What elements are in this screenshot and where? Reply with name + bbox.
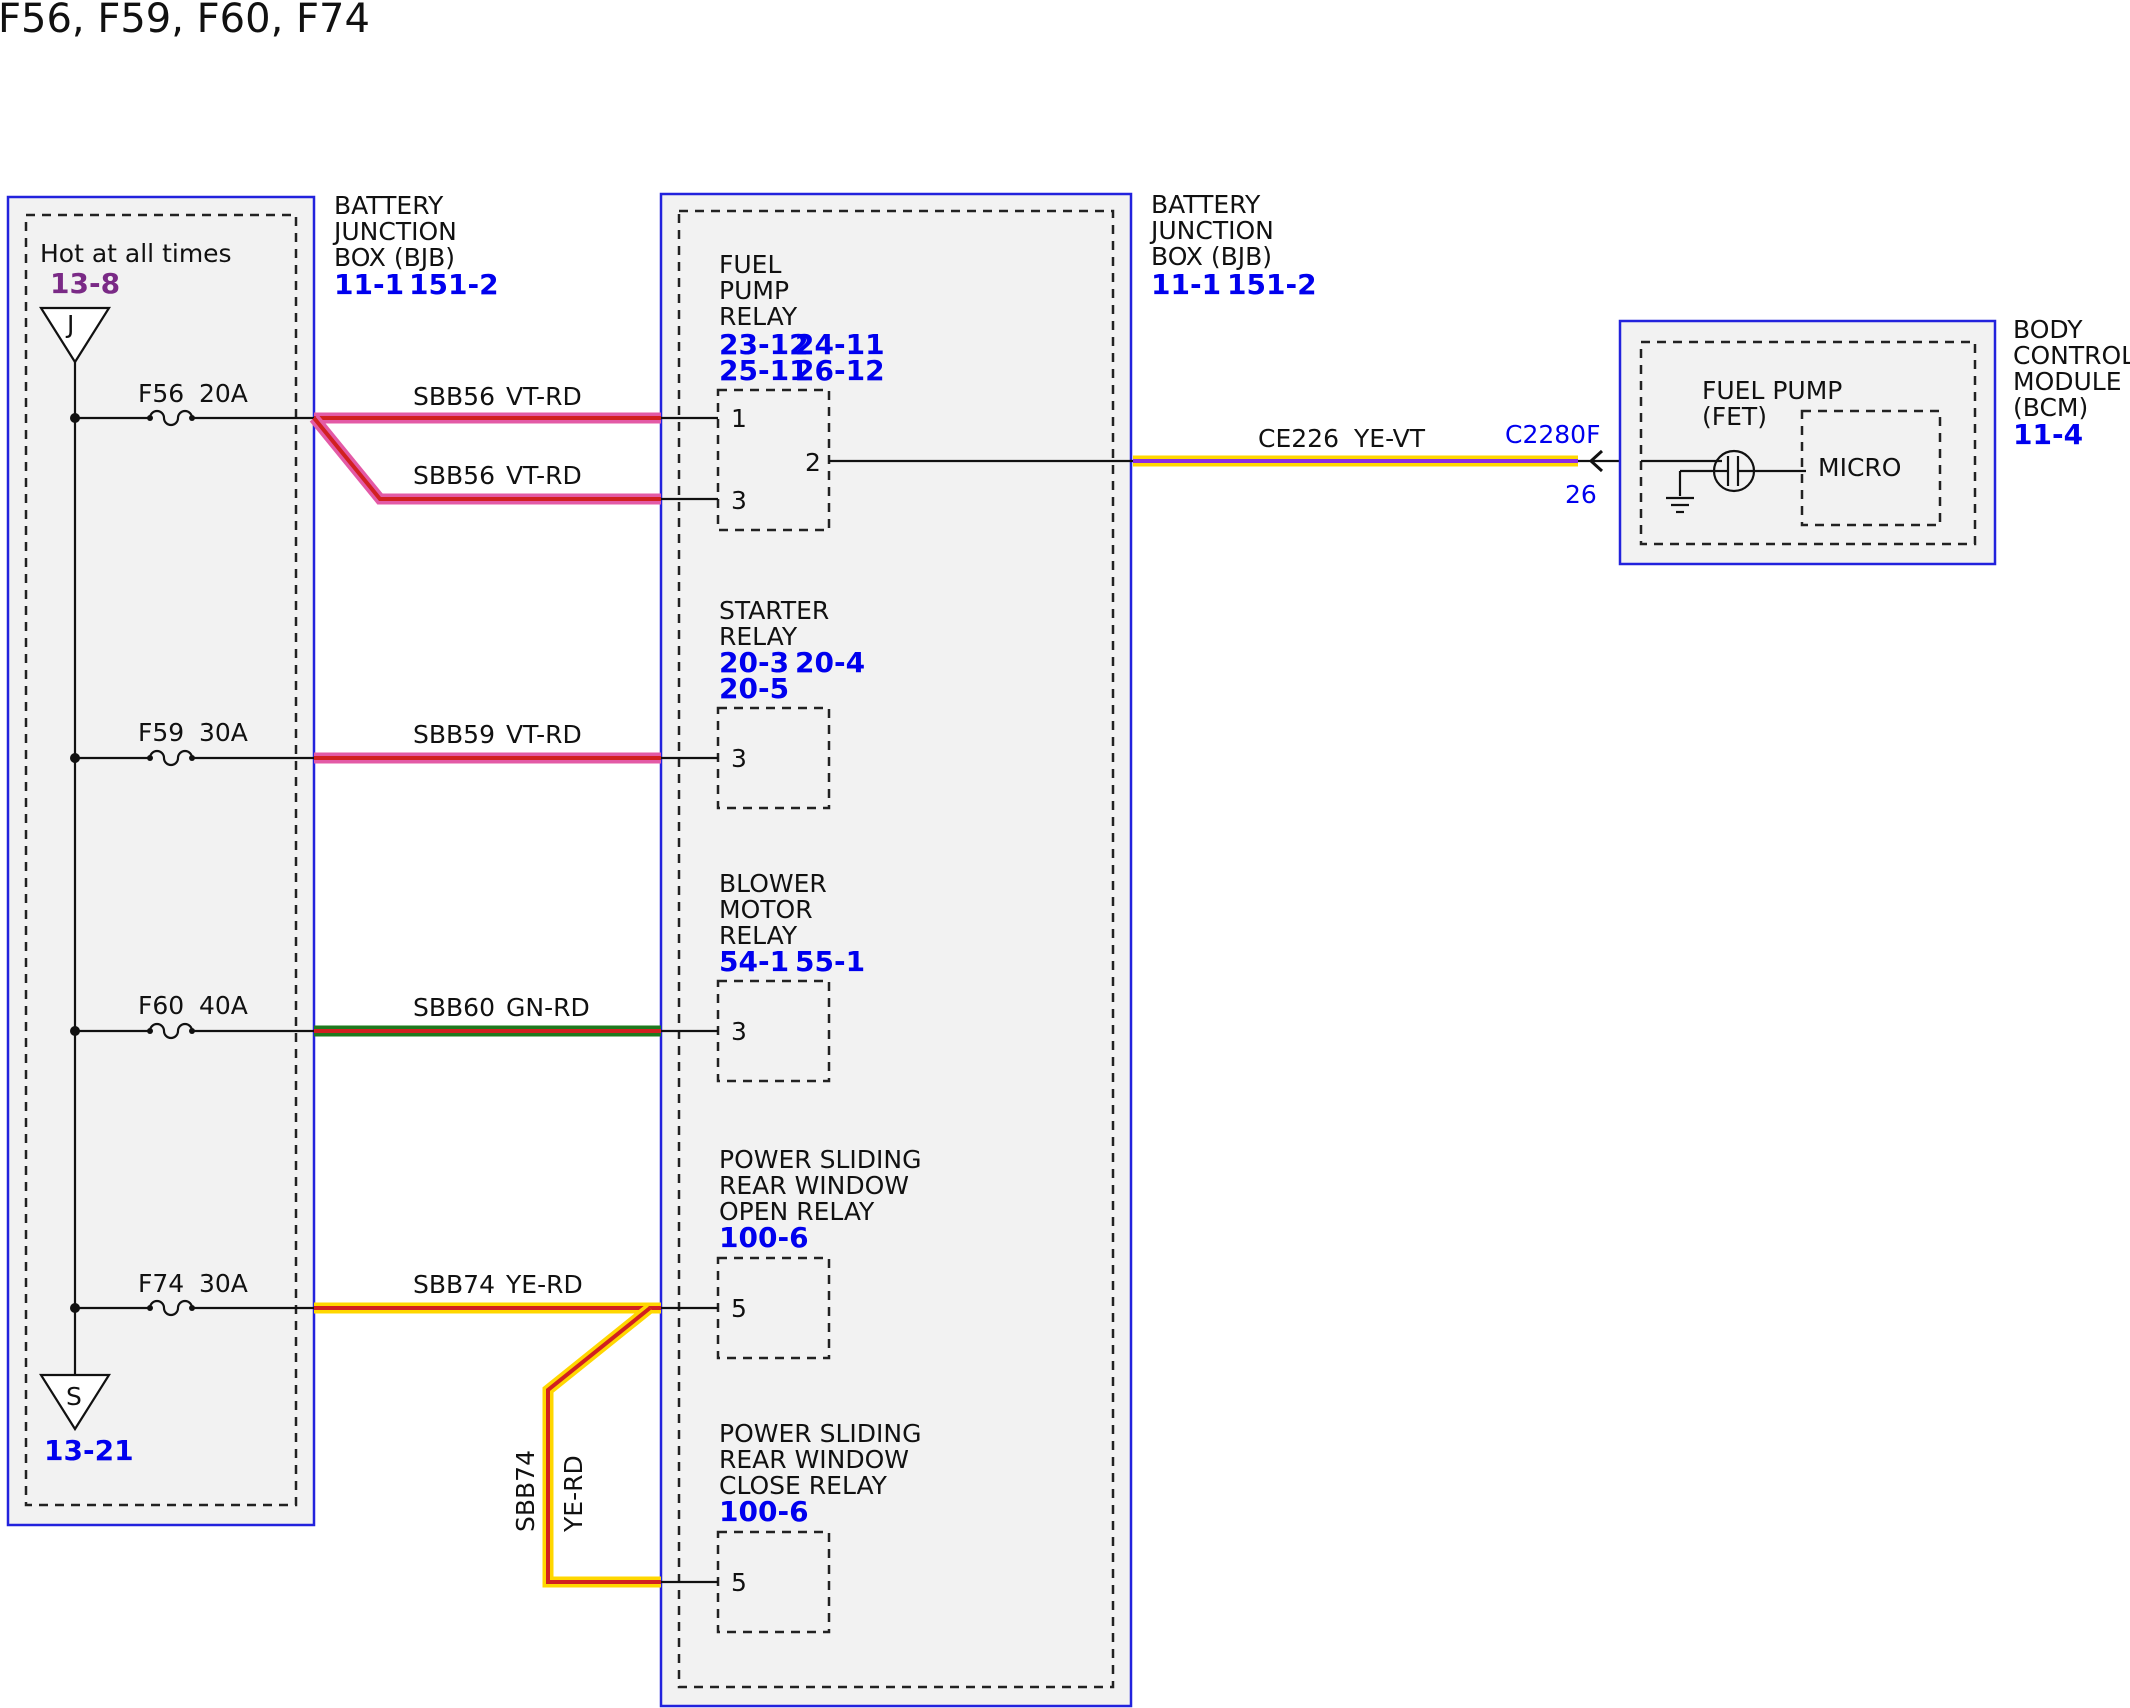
bjb-center-title: BATTERY JUNCTION BOX (BJB) 11-1 151-2 xyxy=(1149,190,1317,301)
svg-text:SBB74: SBB74 xyxy=(511,1450,540,1532)
svg-text:100-6: 100-6 xyxy=(719,1495,809,1528)
svg-text:SBB56: SBB56 xyxy=(413,461,495,490)
svg-text:REAR WINDOW: REAR WINDOW xyxy=(719,1171,909,1200)
bjb-center-ref-2: 151-2 xyxy=(1227,268,1317,301)
bjb-left-ref-1: 11-1 xyxy=(334,268,404,301)
svg-text:CONTROL: CONTROL xyxy=(2013,341,2130,370)
wire-sbb74-close: SBB74 YE-RD xyxy=(511,1303,661,1588)
svg-text:MOTOR: MOTOR xyxy=(719,895,813,924)
svg-text:55-1: 55-1 xyxy=(795,945,865,978)
svg-text:20A: 20A xyxy=(199,379,248,408)
svg-text:BLOWER: BLOWER xyxy=(719,869,827,898)
svg-text:JUNCTION: JUNCTION xyxy=(1149,216,1274,245)
wire-sbb56-to-pin3: SBB56 VT-RD xyxy=(309,414,661,505)
svg-text:SBB59: SBB59 xyxy=(413,720,495,749)
wire-sbb74-open: SBB74 YE-RD xyxy=(314,1270,661,1314)
svg-text:FUEL: FUEL xyxy=(719,250,781,279)
svg-text:26: 26 xyxy=(1565,480,1597,509)
svg-text:20-5: 20-5 xyxy=(719,672,789,705)
svg-text:GN-RD: GN-RD xyxy=(506,993,590,1022)
svg-text:S: S xyxy=(66,1382,82,1411)
svg-text:BATTERY: BATTERY xyxy=(1151,190,1261,219)
svg-text:SBB56: SBB56 xyxy=(413,382,495,411)
svg-text:BODY: BODY xyxy=(2013,315,2083,344)
wire-sbb59: SBB59 VT-RD xyxy=(314,720,661,764)
svg-text:2: 2 xyxy=(805,448,821,477)
svg-text:40A: 40A xyxy=(199,991,248,1020)
svg-text:SBB74: SBB74 xyxy=(413,1270,495,1299)
svg-text:VT-RD: VT-RD xyxy=(506,461,582,490)
svg-text:5: 5 xyxy=(731,1568,747,1597)
svg-text:54-1: 54-1 xyxy=(719,945,789,978)
svg-text:C2280F: C2280F xyxy=(1505,420,1600,449)
svg-text:VT-RD: VT-RD xyxy=(506,720,582,749)
svg-text:F56: F56 xyxy=(138,379,184,408)
bcm-box xyxy=(1618,319,1997,566)
svg-text:JUNCTION: JUNCTION xyxy=(332,217,457,246)
svg-text:3: 3 xyxy=(731,486,747,515)
fet-label: (FET) xyxy=(1702,402,1767,431)
bjb-center-ref-1: 11-1 xyxy=(1151,268,1221,301)
svg-text:MODULE: MODULE xyxy=(2013,367,2122,396)
svg-text:BATTERY: BATTERY xyxy=(334,191,444,220)
svg-text:REAR WINDOW: REAR WINDOW xyxy=(719,1445,909,1474)
svg-text:POWER SLIDING: POWER SLIDING xyxy=(719,1419,921,1448)
svg-text:100-6: 100-6 xyxy=(719,1221,809,1254)
svg-text:VT-RD: VT-RD xyxy=(506,382,582,411)
svg-text:30A: 30A xyxy=(199,1269,248,1298)
bus-bottom-ref: 13-21 xyxy=(44,1434,134,1467)
bcm-ref: 11-4 xyxy=(2013,418,2083,451)
hot-ref: 13-8 xyxy=(50,267,120,300)
svg-text:STARTER: STARTER xyxy=(719,596,829,625)
svg-text:RELAY: RELAY xyxy=(719,302,798,331)
svg-text:1: 1 xyxy=(731,404,747,433)
svg-text:CE226: CE226 xyxy=(1258,424,1339,453)
hot-at-all-times-label: Hot at all times xyxy=(40,239,232,268)
svg-text:MICRO: MICRO xyxy=(1818,453,1901,482)
svg-text:20-4: 20-4 xyxy=(795,646,865,679)
bjb-left-title: BATTERY JUNCTION BOX (BJB) 11-1 151-2 xyxy=(332,191,499,301)
bjb-left-ref-2: 151-2 xyxy=(409,268,499,301)
svg-text:BOX (BJB): BOX (BJB) xyxy=(1151,242,1272,271)
svg-text:YE-RD: YE-RD xyxy=(505,1270,583,1299)
svg-text:F60: F60 xyxy=(138,991,184,1020)
wire-sbb60: SBB60 GN-RD xyxy=(314,993,661,1037)
svg-text:5: 5 xyxy=(731,1294,747,1323)
svg-text:26-12: 26-12 xyxy=(795,354,885,387)
svg-text:3: 3 xyxy=(731,1017,747,1046)
svg-text:PUMP: PUMP xyxy=(719,276,789,305)
svg-text:YE-VT: YE-VT xyxy=(1353,424,1426,453)
bcm-title: BODY CONTROL MODULE (BCM) 11-4 xyxy=(2013,315,2130,451)
svg-text:F74: F74 xyxy=(138,1269,184,1298)
svg-text:SBB60: SBB60 xyxy=(413,993,495,1022)
svg-text:POWER SLIDING: POWER SLIDING xyxy=(719,1145,921,1174)
page-title: F56, F59, F60, F74 xyxy=(0,0,370,42)
fuel-pump-fet-label: FUEL PUMP xyxy=(1702,376,1842,405)
wire-sbb56-to-pin1: SBB56 VT-RD xyxy=(314,382,661,424)
wiring-diagram: F56, F59, F60, F74 BATTERY JUNCTION BOX … xyxy=(0,0,2130,1708)
svg-text:30A: 30A xyxy=(199,718,248,747)
svg-text:YE-RD: YE-RD xyxy=(559,1455,588,1533)
svg-text:3: 3 xyxy=(731,744,747,773)
svg-text:J: J xyxy=(65,310,74,339)
svg-text:F59: F59 xyxy=(138,718,184,747)
